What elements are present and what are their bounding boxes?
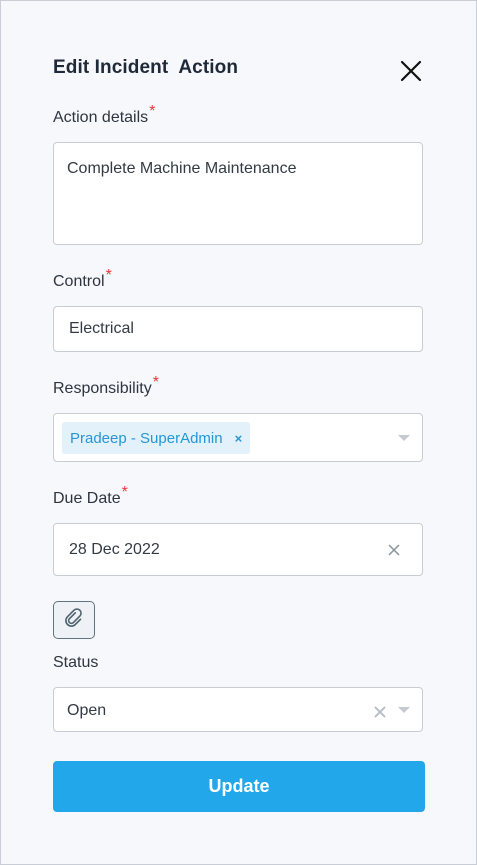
- close-icon[interactable]: [399, 59, 423, 83]
- control-input[interactable]: Electrical: [53, 306, 423, 352]
- required-marker: *: [121, 484, 128, 501]
- action-details-value: Complete Machine Maintenance: [67, 160, 297, 177]
- control-label-text: Control: [53, 273, 105, 290]
- responsibility-multiselect[interactable]: Pradeep - SuperAdmin ×: [53, 413, 423, 462]
- responsibility-label: Responsibility*: [53, 374, 159, 398]
- required-marker: *: [105, 267, 112, 284]
- required-marker: *: [152, 374, 159, 391]
- status-label: Status: [53, 654, 99, 671]
- due-date-label-text: Due Date: [53, 490, 121, 507]
- responsibility-tag: Pradeep - SuperAdmin ×: [62, 422, 251, 454]
- action-details-label: Action details*: [53, 103, 155, 127]
- due-date-input[interactable]: 28 Dec 2022: [53, 523, 423, 576]
- update-button[interactable]: Update: [53, 761, 425, 812]
- action-details-label-text: Action details: [53, 109, 149, 126]
- attachment-button[interactable]: [53, 601, 95, 639]
- edit-incident-action-panel: Edit Incident Action Action details* Com…: [0, 0, 477, 865]
- responsibility-label-text: Responsibility: [53, 380, 152, 397]
- action-details-textarea[interactable]: Complete Machine Maintenance: [53, 142, 423, 245]
- clear-icon[interactable]: [387, 543, 401, 557]
- due-date-value: 28 Dec 2022: [69, 541, 160, 558]
- dialog-title: Edit Incident Action: [53, 57, 239, 78]
- responsibility-tag-label: Pradeep - SuperAdmin: [70, 429, 223, 447]
- status-value: Open: [67, 702, 107, 719]
- tag-remove-icon[interactable]: ×: [235, 431, 243, 446]
- caret-down-icon[interactable]: [398, 707, 410, 713]
- paperclip-icon: [63, 607, 85, 634]
- clear-icon[interactable]: [374, 705, 386, 718]
- control-value: Electrical: [69, 320, 134, 337]
- due-date-label: Due Date*: [53, 484, 128, 508]
- control-label: Control*: [53, 267, 112, 291]
- required-marker: *: [149, 103, 156, 120]
- caret-down-icon[interactable]: [398, 435, 410, 441]
- status-select[interactable]: Open: [53, 687, 423, 732]
